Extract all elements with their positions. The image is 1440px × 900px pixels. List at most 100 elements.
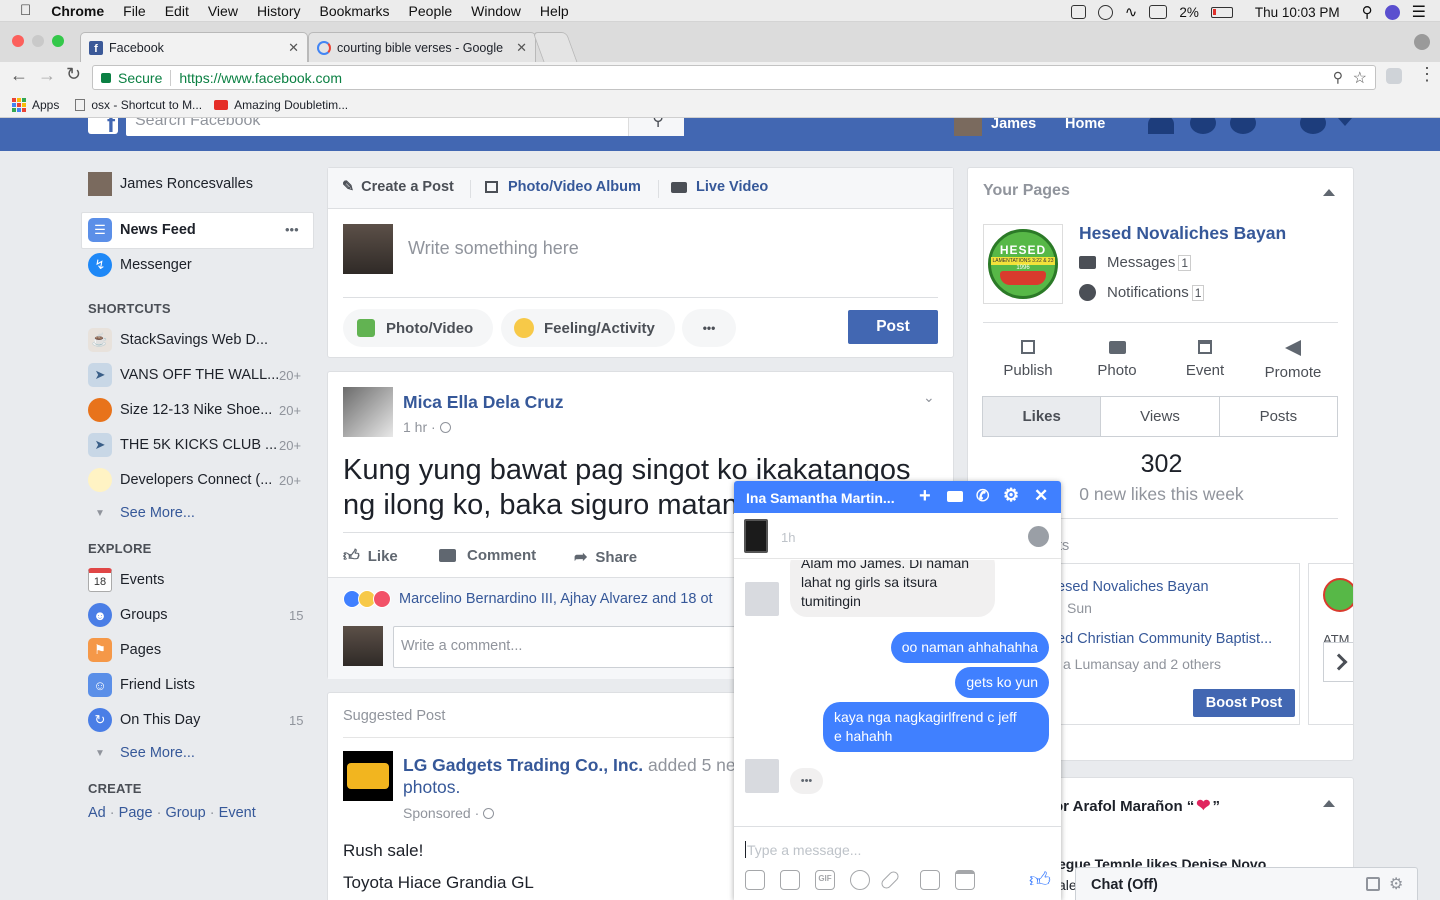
stats-tab-likes[interactable]: Likes <box>983 397 1102 436</box>
bookmark-doubletime[interactable]: Amazing Doubletim... <box>234 98 348 112</box>
bookmark-apps[interactable]: Apps <box>32 98 59 112</box>
search-input[interactable]: Search Facebook ⚲ <box>126 118 684 136</box>
create-event-link[interactable]: Event <box>219 805 256 821</box>
header-home[interactable]: Home <box>1065 118 1105 132</box>
close-window-button[interactable] <box>12 35 24 47</box>
page-action-photo[interactable]: Photo <box>1073 340 1161 379</box>
omnibox[interactable]: Secure https://www.facebook.com ⚲ ☆ <box>92 65 1376 90</box>
your-pages-title[interactable]: Your Pages <box>983 182 1070 200</box>
sidebar-item-messenger[interactable]: ↯ Messenger <box>88 251 192 279</box>
sidebar-item-groups[interactable]: ☻ Groups 15 <box>88 601 303 629</box>
reactions-summary[interactable]: Marcelino Bernardino III, Ajhay Alvarez … <box>343 590 713 608</box>
profile-icon[interactable] <box>1414 34 1430 50</box>
create-page-link[interactable]: Page <box>119 805 153 821</box>
create-ad-link[interactable]: Ad <box>88 805 106 821</box>
thumbs-up-send-icon[interactable]: 👍︎ <box>1029 867 1051 893</box>
composer-placeholder[interactable]: Write something here <box>408 238 579 259</box>
avatar[interactable] <box>343 387 393 437</box>
post-button[interactable]: Post <box>848 310 938 344</box>
account-menu-icon[interactable] <box>1338 118 1352 126</box>
notification-center-icon[interactable]: ☰ <box>1412 2 1426 22</box>
battery-icon[interactable] <box>1210 6 1233 18</box>
message-bubble-incoming[interactable]: Alam mo James. Di naman lahat ng girls s… <box>790 560 995 617</box>
sidebar-item-on-this-day[interactable]: ↻ On This Day 15 <box>88 706 303 734</box>
page-action-promote[interactable]: Promote <box>1249 340 1337 381</box>
sidebar-item-events[interactable]: 18 Events <box>88 566 164 594</box>
sidebar-shortcut[interactable]: Developers Connect (... 20+ <box>88 466 301 494</box>
collapse-icon[interactable] <box>1323 189 1335 196</box>
page-action-event[interactable]: Event <box>1161 340 1249 379</box>
stats-tab-posts[interactable]: Posts <box>1220 397 1337 436</box>
url-text[interactable]: https://www.facebook.com <box>179 70 342 86</box>
profile-link[interactable]: James Roncesvalles <box>88 170 253 198</box>
teamviewer-icon[interactable] <box>1070 5 1086 19</box>
phone-icon[interactable]: ✆ <box>976 486 989 506</box>
page-messages-link[interactable]: Messages 1 <box>1079 254 1192 271</box>
lg-gadgets-logo-icon[interactable] <box>343 751 393 801</box>
siri-icon[interactable] <box>1384 4 1400 20</box>
sync-icon[interactable] <box>1097 4 1113 20</box>
chat-contact-name[interactable]: Ina Samantha Martin... <box>746 490 895 506</box>
new-tab-button[interactable] <box>532 32 578 62</box>
photo-icon[interactable] <box>745 870 765 890</box>
message-bubble-outgoing[interactable]: kaya nga nagkagirlfrend c jeff e hahahh <box>823 702 1049 752</box>
apple-menu-icon[interactable]:  <box>20 2 31 19</box>
menu-people[interactable]: People <box>409 3 453 19</box>
gear-icon[interactable]: ⚙ <box>1003 485 1019 506</box>
sticker-icon[interactable] <box>780 870 800 890</box>
stats-tab-views[interactable]: Views <box>1101 397 1220 436</box>
close-tab-icon[interactable]: ✕ <box>516 40 527 56</box>
sponsored-text[interactable]: Sponsored · <box>403 805 479 821</box>
sidebar-item-news-feed[interactable]: ☰ News Feed <box>88 216 196 244</box>
page-name[interactable]: Hesed Novaliches Bayan <box>1079 223 1286 244</box>
feeling-activity-button[interactable]: Feeling/Activity <box>501 309 675 347</box>
avatar[interactable] <box>954 118 982 136</box>
tab-facebook[interactable]: f Facebook ✕ <box>80 32 308 62</box>
clock[interactable]: Thu 10:03 PM <box>1255 5 1340 20</box>
shortcuts-see-more[interactable]: ▼ See More... <box>88 499 195 527</box>
back-icon[interactable]: ← <box>10 65 28 86</box>
like-button[interactable]: 👍︎ Like <box>343 547 398 566</box>
video-call-icon[interactable] <box>947 491 963 502</box>
zoom-window-button[interactable] <box>52 35 64 47</box>
apps-grid-icon[interactable] <box>12 97 26 112</box>
gear-icon[interactable]: ⚙ <box>1389 874 1403 894</box>
reload-icon[interactable]: ↻ <box>66 64 81 85</box>
post-timestamp[interactable]: 1 hr · <box>403 419 436 435</box>
photos-link[interactable]: photos. <box>403 777 460 798</box>
menu-view[interactable]: View <box>208 3 238 19</box>
page-action-publish[interactable]: Publish <box>983 340 1073 379</box>
menu-file[interactable]: File <box>123 3 146 19</box>
friend-requests-icon[interactable] <box>1148 118 1174 134</box>
menu-window[interactable]: Window <box>471 3 521 19</box>
facebook-logo-icon[interactable]: f <box>88 118 118 138</box>
tab-create-post[interactable]: ✎ Create a Post <box>342 179 454 195</box>
message-bubble-outgoing[interactable]: gets ko yun <box>955 667 1049 698</box>
messenger-icon[interactable] <box>1028 526 1049 547</box>
sidebar-item-friend-lists[interactable]: ☺ Friend Lists <box>88 671 195 699</box>
emoji-icon[interactable] <box>850 870 870 890</box>
minimize-window-button[interactable] <box>32 35 44 47</box>
company-link[interactable]: LG Gadgets Trading Co., Inc. <box>403 755 643 775</box>
post-author[interactable]: Mica Ella Dela Cruz <box>403 392 563 413</box>
menu-history[interactable]: History <box>257 3 301 19</box>
photo-video-button[interactable]: Photo/Video <box>343 309 493 347</box>
forward-icon[interactable]: → <box>38 65 56 86</box>
sidebar-shortcut[interactable]: ☕ StackSavings Web D... <box>88 326 268 354</box>
notifications-icon[interactable] <box>1230 118 1256 134</box>
recent-post-card[interactable]: esed Novaliches Bayan Sun ed Christian C… <box>1028 563 1300 725</box>
more-options-button[interactable]: ••• <box>682 309 736 347</box>
menu-bookmarks[interactable]: Bookmarks <box>320 3 390 19</box>
add-person-icon[interactable]: + <box>919 485 931 508</box>
message-input[interactable]: Type a message... <box>744 839 1044 861</box>
attachment-icon[interactable] <box>879 869 901 891</box>
sidebar-shortcut[interactable]: ➤ THE 5K KICKS CLUB ... 20+ <box>88 431 301 459</box>
skype-icon[interactable] <box>1386 68 1402 84</box>
message-bubble-outgoing[interactable]: oo naman ahhahahha <box>890 632 1049 663</box>
camera-icon[interactable] <box>920 870 940 890</box>
header-username[interactable]: James <box>991 118 1036 132</box>
messages-icon[interactable] <box>1190 118 1216 134</box>
sidebar-item-pages[interactable]: ⚑ Pages <box>88 636 161 664</box>
collapse-icon[interactable] <box>1323 800 1335 807</box>
chevron-down-icon[interactable]: ⌄ <box>923 389 935 406</box>
